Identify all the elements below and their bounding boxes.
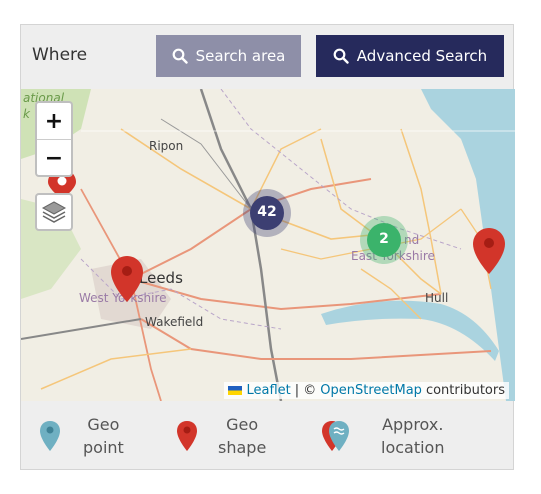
cluster-count-2: 2 [379,231,389,247]
search-icon [172,48,188,64]
legend-label-approx-line1: Approx. [382,415,444,434]
teal-marker-icon [40,421,60,451]
openstreetmap-link[interactable]: OpenStreetMap [320,383,422,398]
red-marker-icon [177,421,197,451]
where-bar: Where Search area Advanced Search [21,25,513,89]
map-marker-red-icon[interactable] [110,255,144,303]
leaflet-link[interactable]: Leaflet [246,383,290,398]
legend-label-geo-point-line2: point [83,438,124,457]
zoom-control: + − [35,101,73,177]
advanced-search-label: Advanced Search [356,47,488,65]
legend-item-approx-location: Approx. location [321,401,491,471]
map-view[interactable]: ational k Ripon Leeds West Yorkshire Wak… [21,89,515,401]
map-attribution: Leaflet | © OpenStreetMap contributors [224,382,509,399]
marker-legend: Geo point Geo shape Approx. location [21,401,513,471]
place-label-national-2: k [23,107,30,121]
zoom-out-button[interactable]: − [37,140,71,176]
place-label-leeds: Leeds [139,269,183,287]
where-label: Where [32,45,88,65]
attribution-separator: | © [294,383,317,398]
legend-label-geo-shape-line2: shape [218,438,267,457]
place-label-hull: Hull [425,291,449,305]
ukraine-flag-icon [228,386,243,395]
search-area-label: Search area [195,47,286,65]
search-icon [333,48,349,64]
place-label-wakefield: Wakefield [145,315,204,329]
layers-button[interactable] [35,193,73,231]
approx-marker-icon [322,421,349,451]
legend-item-geo-point: Geo point [39,401,149,471]
legend-label-geo-shape-line1: Geo [226,415,259,434]
zoom-in-button[interactable]: + [37,103,71,140]
attribution-suffix: contributors [425,383,505,398]
cluster-count-42: 42 [257,204,277,220]
map-tiles [21,89,515,401]
advanced-search-button[interactable]: Advanced Search [316,35,504,77]
legend-label-geo-point-line1: Geo [87,415,120,434]
search-panel: Where Search area Advanced Search ationa… [20,24,515,471]
search-area-button[interactable]: Search area [156,35,301,77]
map-marker-red-icon[interactable] [472,227,506,275]
legend-label-approx-line2: location [381,438,445,457]
legend-item-geo-shape: Geo shape [176,401,286,471]
place-label-ripon: Ripon [149,139,184,153]
layers-icon [41,201,67,223]
